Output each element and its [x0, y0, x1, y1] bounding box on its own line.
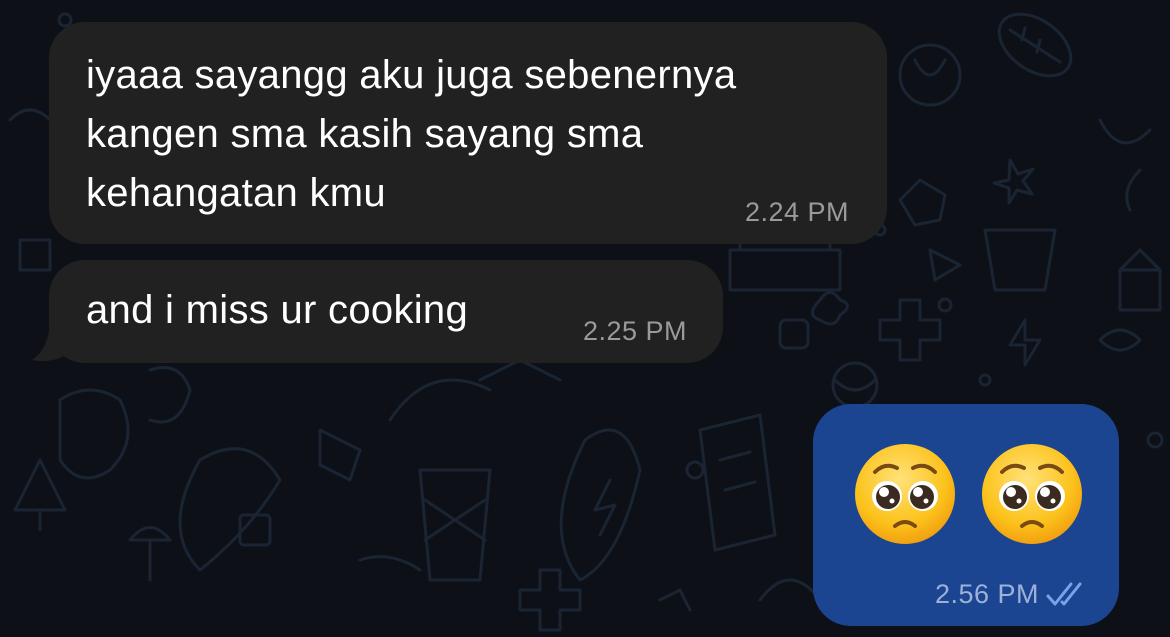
message-line: iyaaa sayangg aku juga sebenernya: [86, 53, 737, 97]
double-check-icon: [1046, 582, 1082, 606]
message-timestamp: 2.25 PM: [582, 316, 687, 346]
pleading-face-emoji-icon: [982, 444, 1082, 544]
message-line: kangen sma kasih sayang sma: [86, 112, 644, 156]
message-timestamp: 2.24 PM: [744, 197, 849, 227]
message-text: and i miss ur cooking: [86, 288, 469, 332]
outgoing-message-bubble[interactable]: 2.56 PM: [813, 404, 1119, 626]
incoming-message-bubble[interactable]: iyaaa sayangg aku juga sebenernya kangen…: [49, 22, 887, 244]
pleading-face-emoji-icon: [855, 444, 955, 544]
message-timestamp: 2.56 PM: [934, 579, 1039, 609]
chat-area[interactable]: iyaaa sayangg aku juga sebenernya kangen…: [0, 0, 1170, 637]
incoming-message-bubble[interactable]: and i miss ur cooking 2.25 PM: [49, 260, 723, 363]
